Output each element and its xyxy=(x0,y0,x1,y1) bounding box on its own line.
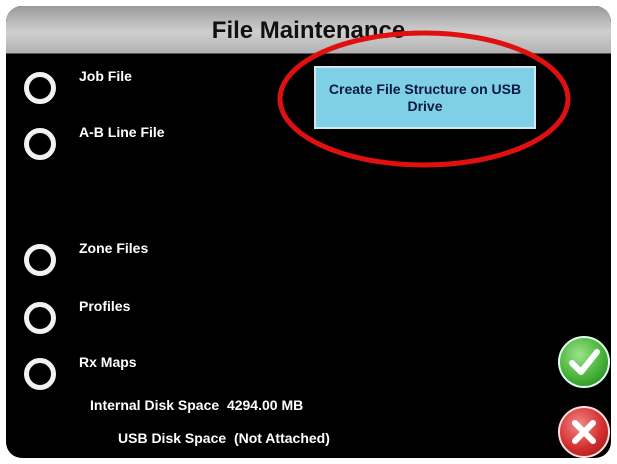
x-icon xyxy=(572,420,596,444)
radio-unselected-icon[interactable] xyxy=(24,72,56,104)
checkmark-icon xyxy=(569,349,600,375)
internal-disk-label: Internal Disk Space xyxy=(90,397,220,413)
title-bar: File Maintenance xyxy=(6,6,611,54)
page-title: File Maintenance xyxy=(211,17,406,44)
radio-unselected-icon[interactable] xyxy=(24,358,56,390)
radio-unselected-icon[interactable] xyxy=(24,302,56,334)
usb-disk-space: USB Disk Space (Not Attached) xyxy=(118,430,330,446)
internal-disk-space: Internal Disk Space 4294.00 MB xyxy=(90,397,303,413)
usb-disk-label: USB Disk Space xyxy=(118,430,227,446)
option-label: Job File xyxy=(79,68,132,84)
file-maintenance-screen: File Maintenance Job File A-B Line File … xyxy=(6,6,611,458)
option-label: Zone Files xyxy=(79,240,149,256)
cancel-button[interactable] xyxy=(558,406,610,458)
option-label: Profiles xyxy=(79,298,131,314)
option-label: Rx Maps xyxy=(79,354,137,370)
internal-disk-value: 4294.00 MB xyxy=(226,397,304,413)
option-label: A-B Line File xyxy=(79,124,165,140)
create-file-structure-button[interactable]: Create File Structure on USB Drive xyxy=(314,66,536,129)
ok-button[interactable] xyxy=(558,336,610,388)
radio-unselected-icon[interactable] xyxy=(24,244,56,276)
radio-unselected-icon[interactable] xyxy=(24,128,56,160)
usb-disk-value: (Not Attached) xyxy=(233,430,330,446)
